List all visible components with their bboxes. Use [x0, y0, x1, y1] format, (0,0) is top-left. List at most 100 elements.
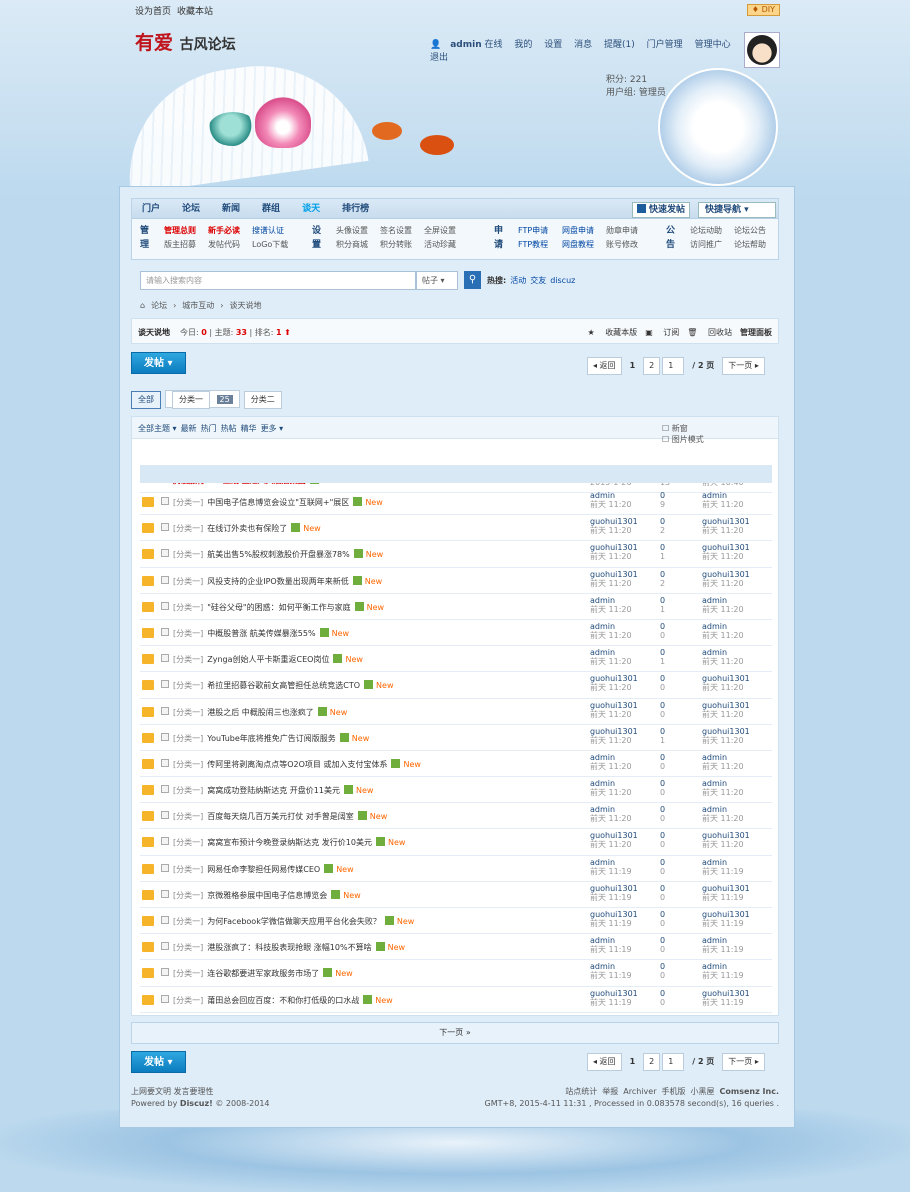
hot-search-link[interactable]: discuz	[550, 276, 575, 285]
quick-link[interactable]: 账号修改	[606, 238, 650, 252]
last-poster-link[interactable]: guohui1301	[702, 727, 750, 736]
last-poster-link[interactable]: admin	[702, 648, 727, 657]
breadcrumb-link[interactable]: 论坛	[151, 301, 167, 310]
author-link[interactable]: admin	[590, 622, 615, 631]
thread-category[interactable]: [分类一]	[173, 629, 203, 638]
user-menu-link[interactable]: 设置	[544, 40, 562, 50]
thread-filter[interactable]: 更多 ▾	[261, 424, 284, 433]
thread-filter[interactable]: 全部主题 ▾	[138, 424, 177, 433]
picture-mode-checkbox[interactable]: ☐ 图片模式	[662, 435, 738, 444]
thread-row[interactable]: [分类一] 风投支持的企业IPO数量出现两年来新低 New guohui1301 前天 …	[140, 568, 772, 594]
manage-panel-link[interactable]: 管理面板	[740, 328, 772, 337]
author-link[interactable]: admin	[590, 858, 615, 867]
rss-link[interactable]: ▣ 订阅	[645, 328, 679, 337]
recycle-bin-link[interactable]: 🗑 回收站	[687, 328, 732, 337]
thread-row[interactable]: [分类一] 京微雅格参展中国电子信息博览会 New guohui1301 前天 11:1…	[140, 882, 772, 908]
thread-subject[interactable]: 中国电子信息博览会设立"互联网+"展区	[207, 498, 349, 507]
page-1[interactable]: 1	[624, 1053, 642, 1071]
user-menu-link[interactable]: 退出	[430, 53, 448, 63]
thread-checkbox[interactable]	[161, 549, 169, 558]
thread-title[interactable]: [分类一] 航美出售5%股权刺激股价开盘暴涨78% New	[173, 549, 383, 560]
user-menu-link[interactable]: 我的	[514, 40, 532, 50]
author-link[interactable]: guohui1301	[590, 884, 638, 893]
quick-link[interactable]: 全屏设置	[424, 224, 468, 238]
author-link[interactable]: admin	[590, 596, 615, 605]
thread-checkbox[interactable]	[161, 654, 169, 663]
thread-subject[interactable]: 港股之后 中概股闹三也涨疯了	[207, 708, 314, 717]
quick-link[interactable]: 论坛动助	[690, 224, 734, 238]
quick-link[interactable]: 勋章申请	[606, 224, 650, 238]
thread-row[interactable]: [分类一] 连谷歌都要进军家政服务市场了 New admin 前天 11:19 0 0 adm…	[140, 960, 772, 987]
thread-category[interactable]: [分类一]	[173, 655, 203, 664]
thread-category[interactable]: [分类一]	[173, 603, 203, 612]
last-poster-link[interactable]: guohui1301	[702, 570, 750, 579]
thread-category[interactable]: [分类一]	[173, 969, 203, 978]
thread-checkbox[interactable]	[161, 837, 169, 846]
nav-tab[interactable]: 论坛	[182, 199, 200, 219]
thread-checkbox[interactable]	[161, 523, 169, 532]
thread-category[interactable]: [分类一]	[173, 734, 203, 743]
thread-row[interactable]: [分类一] 为何Facebook学微信做聊天应用平台化会失败？ New guohui1…	[140, 908, 772, 935]
points-link[interactable]: 积分: 221	[606, 75, 647, 85]
last-poster-link[interactable]: admin	[702, 596, 727, 605]
thread-checkbox[interactable]	[161, 942, 169, 951]
thread-title[interactable]: [分类一] 传阿里将剥离淘点点等O2O项目 或加入支付宝体系 New	[173, 758, 421, 770]
quick-link[interactable]: 论坛帮助	[734, 238, 778, 252]
quick-link[interactable]: 积分商城	[336, 238, 380, 252]
new-window-checkbox[interactable]: ☐ 新窗	[662, 424, 722, 433]
thread-category[interactable]: [分类一]	[173, 498, 203, 507]
thread-category[interactable]: [分类一]	[173, 708, 203, 717]
thread-filter[interactable]: 精华	[241, 424, 257, 433]
thread-row[interactable]: [分类一] 中概股普涨 航美传媒暴涨55% New admin 前天 11:20 0 0 ad…	[140, 620, 772, 647]
thread-subject[interactable]: 莆田总会回应百度：不和你打低级的口水战	[207, 996, 359, 1005]
thread-title[interactable]: [分类一] 窝窝宣布预计今晚登录纳斯达克 发行价10美元 New	[173, 837, 405, 848]
last-poster-link[interactable]: admin	[702, 753, 727, 762]
page-2[interactable]: 2	[643, 357, 661, 375]
thread-filter[interactable]: 热门	[201, 424, 217, 433]
thread-subject[interactable]: 传阿里将剥离淘点点等O2O项目 或加入支付宝体系	[207, 760, 387, 769]
site-logo[interactable]: 有爱 古风论坛	[135, 28, 236, 55]
footer-link[interactable]: Comsenz Inc.	[720, 1087, 779, 1096]
thread-title[interactable]: [分类一] 莆田总会回应百度：不和你打低级的口水战 New	[173, 994, 393, 1006]
thread-checkbox[interactable]	[161, 968, 169, 977]
thread-filter[interactable]: 最新	[181, 424, 197, 433]
thread-row[interactable]: [分类一] 百度每天烧几百万美元打仗 对手曾是阔室 New admin 前天 11:20…	[140, 803, 772, 830]
breadcrumb-link[interactable]: 城市互动	[182, 301, 214, 310]
thread-title[interactable]: [分类一] 网易任命李黎担任网易传媒CEO New	[173, 863, 354, 875]
tab-all[interactable]: 全部	[131, 391, 161, 409]
hot-search-link[interactable]: 活动	[510, 276, 526, 285]
thread-category[interactable]: [分类一]	[173, 681, 203, 690]
thread-checkbox[interactable]	[161, 732, 169, 741]
quick-link[interactable]: FTP教程	[518, 238, 562, 252]
thread-checkbox[interactable]	[161, 627, 169, 636]
last-poster-link[interactable]: admin	[702, 491, 727, 500]
quick-link[interactable]: 网盘教程	[562, 238, 606, 252]
thread-category[interactable]: [分类一]	[173, 550, 203, 559]
thread-title[interactable]: [分类一] 京微雅格参展中国电子信息博览会 New	[173, 889, 361, 901]
thread-subject[interactable]: 连谷歌都要进军家政服务市场了	[207, 969, 319, 978]
thread-category[interactable]: [分类一]	[173, 577, 203, 586]
thread-row[interactable]: [分类一] Zynga创始人平卡斯重返CEO岗位 New admin 前天 11:20 0…	[140, 646, 772, 673]
quick-nav-button[interactable]: 快捷导航 ▾	[698, 202, 776, 218]
next-page-button[interactable]: 下一页 ▸	[722, 1053, 765, 1071]
thread-row[interactable]: [分类一] "硅谷父母"的困惑：如何平衡工作与家庭 New admin 前天 11:20…	[140, 594, 772, 620]
thread-category[interactable]: [分类一]	[173, 812, 203, 821]
thread-row[interactable]: [分类一] 航美出售5%股权刺激股价开盘暴涨78% New guohui1301 前天 …	[140, 541, 772, 568]
thread-subject[interactable]: 在线订外卖也有保险了	[207, 524, 287, 533]
home-icon[interactable]: ⌂	[140, 301, 145, 310]
last-poster-link[interactable]: guohui1301	[702, 989, 750, 998]
thread-checkbox[interactable]	[161, 497, 169, 505]
back-button[interactable]: ◂ 返回	[587, 357, 622, 375]
quick-link[interactable]: LoGo下载	[252, 238, 296, 252]
breadcrumb-link[interactable]: 谈天说地	[229, 301, 261, 310]
hot-search-link[interactable]: 交友	[530, 276, 546, 285]
last-poster-link[interactable]: admin	[702, 858, 727, 867]
thread-row[interactable]: [分类一] 港股涨疯了：科技股表现抢眼 涨幅10%不算啥 New admin 前天 11…	[140, 934, 772, 961]
post-button-bottom[interactable]: 发帖 ▾	[131, 1051, 186, 1073]
footer-link[interactable]: 手机版	[662, 1087, 686, 1096]
thread-subject[interactable]: Zynga创始人平卡斯重返CEO岗位	[207, 655, 329, 664]
thread-title[interactable]: [分类一] YouTube年底将推免广告订阅版服务 New	[173, 732, 369, 744]
avatar[interactable]	[744, 32, 780, 68]
tab-category-1[interactable]: 分类一 25	[165, 390, 240, 409]
quick-link[interactable]: 发帖代码	[208, 238, 252, 252]
